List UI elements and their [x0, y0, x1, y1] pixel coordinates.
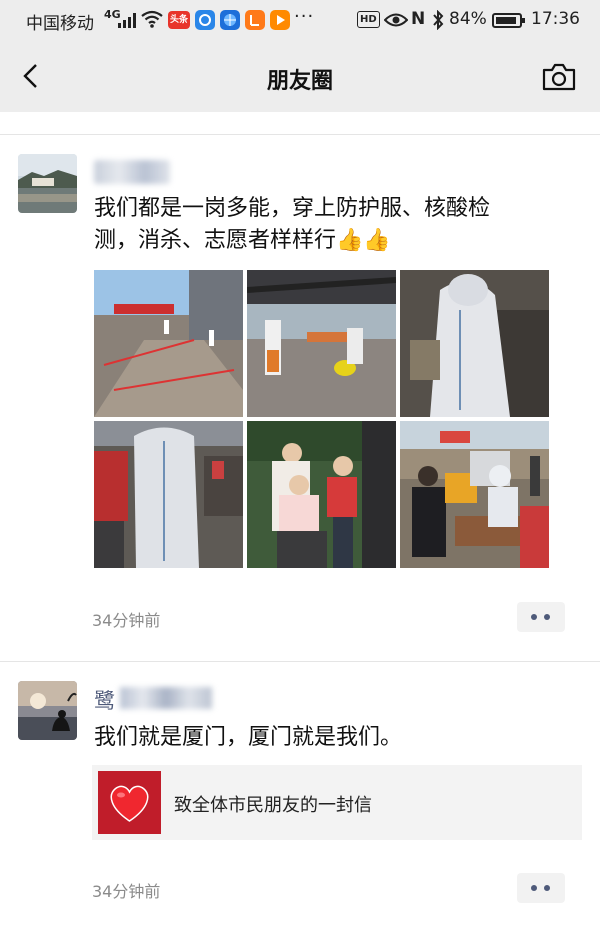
- more-button[interactable]: [517, 873, 565, 903]
- camera-button[interactable]: [540, 61, 578, 93]
- video-app-icon: [245, 10, 265, 30]
- photo-thumbnail[interactable]: [247, 421, 396, 568]
- post-time: 34分钟前: [92, 882, 161, 901]
- photo-thumbnail[interactable]: [400, 270, 549, 417]
- more-dots-icon: [544, 614, 550, 620]
- battery-percent: 84%: [449, 9, 487, 29]
- circle-app-icon: [195, 10, 215, 30]
- name-blur: [120, 687, 212, 709]
- back-arrow-icon: [23, 64, 37, 88]
- post-text: 我们都是一岗多能，穿上防护服、核酸检 测，消杀、志愿者样样行👍👍: [94, 193, 490, 257]
- shared-link-card[interactable]: 致全体市民朋友的一封信: [92, 765, 582, 840]
- post-text: 我们就是厦门，厦门就是我们。: [94, 725, 403, 750]
- post-divider: [0, 661, 600, 662]
- photo-thumbnail[interactable]: [94, 421, 243, 568]
- heart-icon: [110, 785, 149, 822]
- photo-thumbnail[interactable]: [400, 421, 549, 568]
- photo-grid: [94, 270, 549, 568]
- poster-name-char: 鹭: [94, 689, 115, 713]
- post-text-line: 测，消杀、志愿者样样行👍👍: [94, 228, 391, 253]
- more-dots-icon: [544, 885, 550, 891]
- back-button[interactable]: [14, 58, 50, 94]
- more-button[interactable]: [517, 602, 565, 632]
- poster-name[interactable]: 鹭: [94, 685, 212, 713]
- page-title: 朋友圈: [266, 69, 333, 94]
- avatar[interactable]: [18, 681, 77, 740]
- poster-name[interactable]: [94, 160, 170, 184]
- battery-icon: [492, 13, 525, 28]
- post-time: 34分钟前: [92, 611, 161, 630]
- photo-thumbnail[interactable]: [94, 270, 243, 417]
- photo-thumbnail[interactable]: [247, 270, 396, 417]
- avatar[interactable]: [18, 154, 77, 213]
- wifi-icon: [141, 10, 163, 28]
- signal-icon: [118, 12, 136, 28]
- status-bar: 中国移动 4G 头条 ··· HD N 84% 17:36: [0, 0, 600, 40]
- navigation-bar: 朋友圈: [0, 40, 600, 112]
- carrier-label: 中国移动: [26, 14, 94, 34]
- link-thumbnail: [98, 771, 161, 834]
- camera-icon: [542, 63, 576, 91]
- status-time: 17:36: [531, 9, 580, 29]
- toutiao-app-icon: 头条: [168, 11, 190, 29]
- link-title: 致全体市民朋友的一封信: [174, 795, 372, 816]
- eye-icon: [384, 13, 408, 27]
- hd-label: HD: [357, 11, 380, 28]
- more-notifications-indicator: ···: [294, 6, 315, 27]
- post-text-line: 我们都是一岗多能，穿上防护服、核酸检: [94, 196, 491, 221]
- feed-divider: [0, 134, 600, 135]
- nfc-icon: N: [411, 9, 426, 29]
- more-dots-icon: [531, 885, 537, 891]
- more-dots-icon: [531, 614, 537, 620]
- bluetooth-icon: [433, 10, 444, 30]
- play-app-icon: [270, 10, 290, 30]
- globe-app-icon: [220, 10, 240, 30]
